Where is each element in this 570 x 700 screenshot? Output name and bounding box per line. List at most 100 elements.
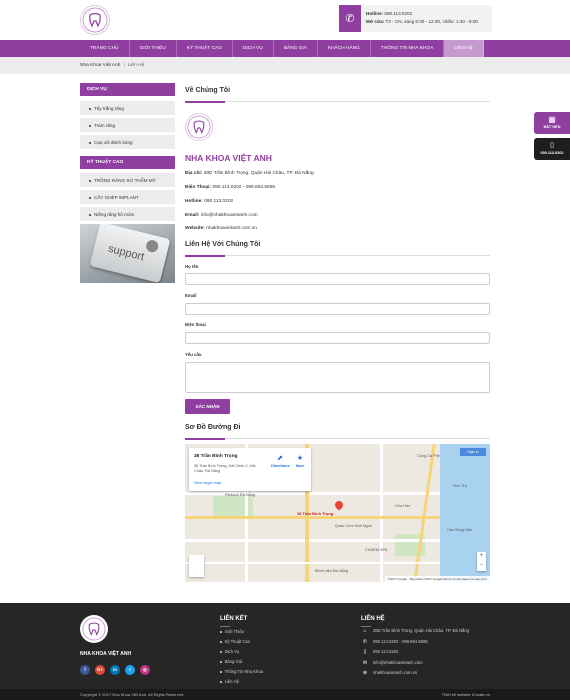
footer-link[interactable]: Dịch Vụ [220,649,239,654]
sidebar-tech-title: Kỹ thuật cao [80,156,175,169]
instagram-icon[interactable]: ◎ [140,665,150,675]
nav-item-khach-hang[interactable]: Khách hàng [318,40,371,57]
request-textarea[interactable] [185,362,490,393]
info-phone: Điện Thoại: 090.113.0202 - 098.894.6695 [185,185,276,190]
nav-item-thong-tin[interactable]: Thông tin nha khoa [371,40,445,57]
footer-contact-phone: ✆ 090.113.0202 - 098.894.6695 [362,639,428,645]
google-map[interactable]: Cộng Cà Phê Parkson Đà Nẵng Quán Cơm Huế… [185,444,490,582]
map-attribution: ©2017 Google · Map data ©2017 Google Ter… [384,576,490,582]
footer-link[interactable]: Giới Thiệu [220,629,244,634]
company-name: NHA KHOA VIỆT ANH [185,153,272,163]
google-plus-icon[interactable]: G+ [95,665,105,675]
footer-contact-address: ⌂ 38D Trần Bình Trọng, Quận Hải Châu, TP.… [361,628,469,634]
designer-credit[interactable]: Thiết kế website iCreate.vn [442,689,490,700]
email-input[interactable] [185,303,490,315]
map-pin-label: 38 Trần Bình Trọng [297,511,334,516]
hotline-value[interactable]: 090.113.0202 [384,11,412,16]
street-view-pegman-icon[interactable] [189,555,204,577]
site-logo[interactable] [80,5,110,35]
linkedin-icon[interactable]: in [110,665,120,675]
sidebar-item-cao-voi[interactable]: Cạo vôi đánh bóng [80,135,175,150]
hotline-box: ✆ Hotline: 090.113.0202 Mở cửa: T2 - CN,… [339,5,492,32]
footer-contact-mobile: ▯ 090.113.0202 [361,649,399,655]
home-icon: ⌂ [363,628,367,634]
map-zoom-control[interactable]: + − [477,552,486,571]
footer-link[interactable]: Bảng Giá [220,659,242,664]
breadcrumb-home[interactable]: Nha Khoa Việt Anh [80,63,120,68]
footer-link[interactable]: Liên Hệ [220,679,239,684]
tooth-logo-icon [82,7,108,33]
support-banner[interactable]: support [80,224,175,283]
nav-item-bang-gia[interactable]: Bảng giá [274,40,318,57]
phone-icon: ✆ [362,639,368,645]
name-input[interactable] [185,273,490,285]
hours-value: T2 - CN, sáng 8:30 - 12:00, chiều: 1:30 … [385,19,478,24]
directions-button[interactable]: ⬈ Directions [271,454,290,468]
hotline-label: Hotline: [366,11,384,16]
footer-logo[interactable] [80,615,108,643]
nav-item-trang-chu[interactable]: Trang chủ [80,40,130,57]
breadcrumb-current: Liên Hệ [127,63,145,68]
view-larger-map-link[interactable]: View larger map [194,481,221,485]
phone-icon: ✆ [339,5,361,32]
zoom-in-button[interactable]: + [477,552,486,561]
info-address: Địa chỉ: 38D Trần Bình Trọng, Quận Hải C… [185,171,314,176]
nav-item-ky-thuat-cao[interactable]: Kỹ thuật cao [177,40,233,57]
zoom-out-button[interactable]: − [477,561,486,570]
map-place-card: 38 Trần Bình Trọng 38 Trần Bình Trọng, H… [189,448,311,491]
footer-contact-email[interactable]: ✉ info@nhakhoavietanh.com [361,660,423,666]
submit-button[interactable]: Xác nhận [185,399,230,414]
info-email: Email: info@nhakhoavietanh.com [185,213,258,218]
map-sign-in-button[interactable]: Sign in [460,448,486,456]
sidebar-item-tay-trang[interactable]: Tẩy trắng răng [80,101,175,116]
footer-link[interactable]: Thông Tin Nha Khoa [220,669,263,674]
copyright: Copyright © 2017 Nha Khoa Việt Anh. All … [80,692,185,697]
place-address: 38 Trần Bình Trọng, Hải Châu 2, Hải Châu… [194,464,256,473]
footer-contact-website[interactable]: ⊕ nhakhoavietanh.com.vn [361,670,417,676]
info-hotline: Hotline: 090.113.0202 [185,199,234,204]
main-nav: Trang chủ Giới thiệu Kỹ thuật cao Dịch v… [0,40,570,57]
place-title: 38 Trần Bình Trọng [194,454,238,459]
facebook-icon[interactable]: f [80,665,90,675]
footer-bottom-bar: Copyright © 2017 Nha Khoa Việt Anh. All … [0,689,570,700]
mobile-icon: ▯ [550,142,554,149]
globe-icon: ⊕ [362,670,368,676]
phone-input[interactable] [185,332,490,344]
phone-label: Điện thoại [185,322,206,327]
floating-phone-button[interactable]: ▯ 090.113.0202 [534,138,570,160]
map-underline [185,437,490,440]
tooth-logo-icon [187,115,211,139]
nav-item-dich-vu[interactable]: Dịch vụ [233,40,274,57]
contact-underline [185,254,490,257]
calendar-icon: ▦ [548,115,556,124]
footer-links-title: Liên kết [220,616,248,622]
about-title: Về Chúng Tôi [185,87,231,94]
nav-item-lien-he[interactable]: Liên hệ [444,40,484,57]
mail-icon: ✉ [362,660,368,666]
floating-book-button[interactable]: ▦ ĐẶT HẸN [534,112,570,134]
breadcrumb-separator: | [123,63,125,68]
site-footer: NHA KHOA VIỆT ANH f G+ in t ◎ Liên kết G… [0,603,570,689]
map-title: Sơ Đồ Đường Đi [185,424,241,431]
nav-item-gioi-thieu[interactable]: Giới thiệu [130,40,177,57]
map-pin-icon[interactable] [333,499,345,511]
footer-contact-title: Liên hệ [361,616,385,622]
footer-link[interactable]: Kỹ Thuật Cao [220,639,250,644]
sidebar-item-nieng-rang[interactable]: Niềng răng hô móm [80,207,175,222]
footer-brand: NHA KHOA VIỆT ANH [80,651,132,657]
star-icon: ★ [296,455,304,462]
save-button[interactable]: ★ Save [292,454,308,468]
sidebar-item-trong-rang-su[interactable]: TRỒNG RĂNG SỨ THẨM MỸ [80,173,175,188]
request-label: Yêu cầu [185,352,202,357]
directions-icon: ⬈ [277,455,283,462]
tooth-logo-icon [82,617,106,641]
twitter-icon[interactable]: t [125,665,135,675]
company-logo [185,113,213,141]
site-header: ✆ Hotline: 090.113.0202 Mở cửa: T2 - CN,… [0,0,570,40]
contact-title: Liên Hệ Với Chúng Tôi [185,241,261,248]
support-key-image: support [89,224,171,283]
sidebar-services-title: Dịch vụ [80,83,175,96]
sidebar-item-tram-rang[interactable]: Trám răng [80,118,175,133]
mobile-icon: ▯ [363,649,367,655]
sidebar-item-implant[interactable]: CẤY GHÉP IMPLANT [80,190,175,205]
